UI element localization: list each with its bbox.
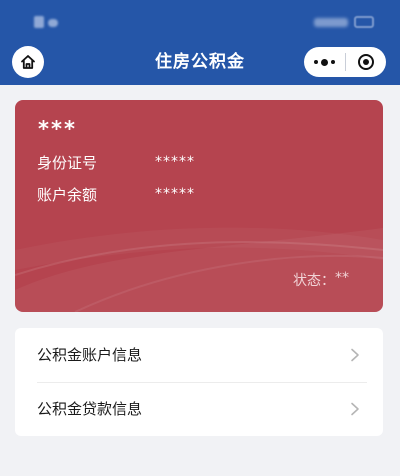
chevron-right-icon bbox=[351, 402, 359, 416]
id-number-value: ***** bbox=[155, 154, 195, 170]
menu-item-account-info[interactable]: 公积金账户信息 bbox=[15, 328, 383, 382]
more-button[interactable] bbox=[304, 47, 345, 77]
mini-program-capsule bbox=[304, 47, 386, 77]
chevron-right-icon bbox=[351, 348, 359, 362]
status-value: ** bbox=[335, 270, 349, 286]
menu-item-loan-info[interactable]: 公积金贷款信息 bbox=[15, 382, 383, 436]
account-card: *** 身份证号 ***** 账户余额 ***** 状态： ** bbox=[15, 100, 383, 312]
status-indicators bbox=[34, 16, 64, 30]
top-bar: 住房公积金 bbox=[0, 0, 400, 85]
account-status: 状态： ** bbox=[293, 270, 349, 290]
balance-label: 账户余额 bbox=[37, 186, 98, 204]
more-dots-icon bbox=[314, 58, 335, 66]
status-bar bbox=[0, 0, 400, 40]
menu-item-label: 公积金贷款信息 bbox=[37, 400, 143, 418]
target-close-icon bbox=[358, 54, 374, 70]
status-label: 状态： bbox=[293, 273, 335, 289]
account-holder-name: *** bbox=[38, 117, 77, 141]
battery-signal-indicators bbox=[314, 15, 378, 31]
close-button[interactable] bbox=[346, 47, 386, 77]
id-number-label: 身份证号 bbox=[37, 154, 98, 172]
nav-bar: 住房公积金 bbox=[0, 40, 400, 85]
menu-item-label: 公积金账户信息 bbox=[37, 346, 143, 364]
balance-value: ***** bbox=[155, 186, 195, 202]
info-menu: 公积金账户信息 公积金贷款信息 bbox=[15, 328, 383, 436]
home-button[interactable] bbox=[12, 46, 44, 78]
home-icon bbox=[21, 55, 35, 69]
